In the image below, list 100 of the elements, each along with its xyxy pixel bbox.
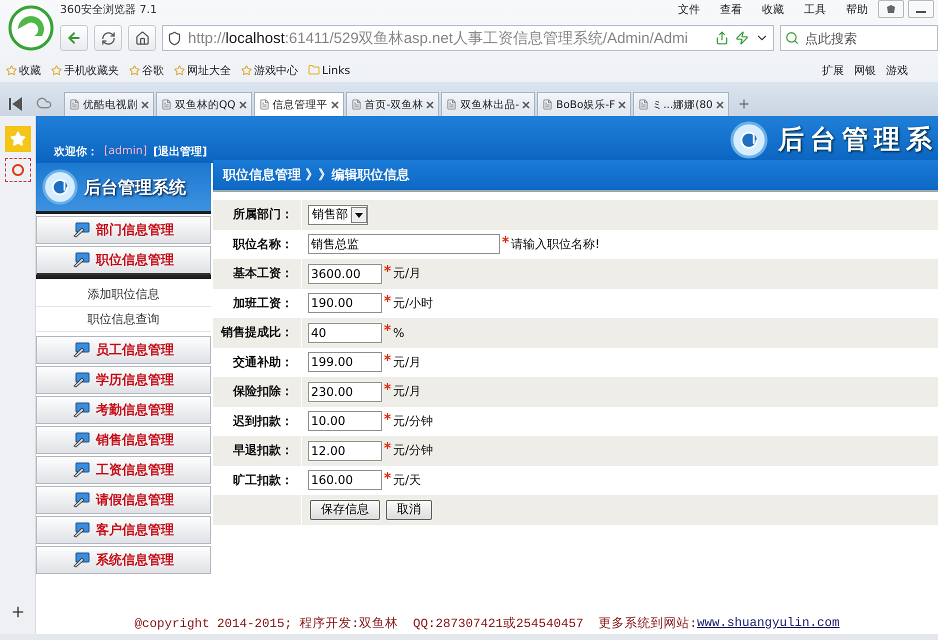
share-icon[interactable]: [715, 31, 729, 45]
website-link[interactable]: www.shuangyulin.com: [697, 616, 840, 630]
at-logo-icon: [42, 169, 78, 205]
browser-logo: [8, 5, 54, 51]
browser-tab[interactable]: 双鱼林的QQ: [156, 92, 252, 116]
field-label: 销售提成比：: [220, 324, 294, 342]
submenu-item[interactable]: 职位信息查询: [36, 307, 211, 332]
menu-item[interactable]: 收藏: [752, 2, 794, 16]
input-field[interactable]: 3600.00: [308, 264, 382, 284]
input-field[interactable]: 160.00: [308, 470, 382, 490]
unit-label: 元/小时: [393, 294, 434, 312]
browser-tab[interactable]: 双鱼林出品-: [441, 92, 536, 116]
sidebar-item[interactable]: 考勤信息管理: [36, 396, 211, 424]
sidebar-item[interactable]: 销售信息管理: [36, 426, 211, 454]
refresh-icon: [100, 30, 116, 46]
field-label: 职位名称：: [232, 236, 294, 253]
star-icon: [6, 64, 17, 76]
page-icon: [446, 99, 458, 110]
toolbar-link[interactable]: 扩展: [822, 62, 844, 78]
star-icon: [241, 64, 252, 76]
bookmark-link[interactable]: 谷歌: [142, 62, 164, 78]
input-field[interactable]: 199.00: [308, 352, 382, 372]
pencil-note-icon: [73, 252, 91, 268]
field-label: 基本工资：: [232, 265, 294, 282]
header-logo-text: 后台管理系: [778, 124, 938, 157]
at-logo-icon: [730, 120, 768, 158]
bookmark-link[interactable]: Links: [322, 64, 350, 76]
address-bar[interactable]: http://localhost:61411/529双鱼林asp.net人事工资信息管理系统/Admin/Admi: [162, 25, 774, 51]
browser-tab[interactable]: 优酷电视剧: [64, 92, 154, 116]
close-icon[interactable]: [141, 100, 149, 108]
submenu-item[interactable]: 添加职位信息: [36, 282, 211, 307]
cloud-icon[interactable]: [36, 95, 52, 111]
menu-item[interactable]: 工具: [794, 2, 836, 16]
home-button[interactable]: [128, 25, 156, 51]
toolbar-link[interactable]: 网银: [854, 62, 876, 78]
star-icon: [174, 64, 185, 76]
cancel-button[interactable]: 取消: [386, 500, 432, 520]
page-icon: [69, 99, 80, 110]
menu-item[interactable]: 帮助: [836, 2, 878, 16]
bookmark-link[interactable]: 网址大全: [187, 62, 231, 78]
mail-button[interactable]: [4, 158, 30, 182]
star-icon: [129, 64, 140, 76]
unit-label: 元/月: [393, 354, 422, 371]
new-tab-icon[interactable]: [736, 97, 751, 111]
sidebar-toggle-icon[interactable]: [8, 97, 24, 111]
sidebar-item[interactable]: 员工信息管理: [36, 336, 211, 364]
close-icon[interactable]: [426, 100, 434, 108]
back-button[interactable]: [60, 25, 88, 51]
unit-label: 元/分钟: [393, 412, 434, 430]
field-label: 保险扣除：: [232, 383, 294, 400]
browser-tab[interactable]: 信息管理平: [254, 92, 344, 116]
close-icon[interactable]: [238, 100, 247, 108]
close-icon[interactable]: [330, 100, 339, 108]
refresh-button[interactable]: [94, 25, 122, 51]
sidebar-item[interactable]: 客户信息管理: [36, 516, 211, 544]
unit-label: 元/分钟: [393, 442, 434, 460]
logout-link[interactable]: [退出管理]: [153, 144, 208, 159]
field-label: 交通补助：: [232, 354, 294, 371]
menu-item[interactable]: 查看: [710, 2, 752, 16]
browser-tab[interactable]: 首页-双鱼林: [346, 92, 440, 116]
close-icon[interactable]: [618, 100, 626, 108]
department-select[interactable]: 销售部: [308, 204, 368, 225]
page-icon: [638, 99, 650, 110]
browser-tab[interactable]: ミ...娜娜(80: [633, 92, 729, 116]
search-icon[interactable]: [785, 31, 799, 45]
lightning-icon[interactable]: [735, 31, 749, 45]
input-field[interactable]: 40: [308, 322, 382, 343]
back-icon: [66, 30, 82, 46]
breadcrumb: 职位信息管理 》》编辑职位信息: [223, 166, 410, 184]
add-icon[interactable]: [10, 604, 26, 620]
input-field[interactable]: 190.00: [308, 293, 382, 314]
menu-item[interactable]: 文件: [668, 2, 710, 16]
input-field[interactable]: 12.00: [308, 440, 382, 461]
shield-icon: [167, 30, 182, 46]
sidebar-item[interactable]: 请假信息管理: [36, 486, 211, 514]
bookmark-link[interactable]: 游戏中心: [254, 62, 298, 78]
sidebar-item[interactable]: 工资信息管理: [36, 456, 211, 484]
sidebar-item[interactable]: 职位信息管理: [36, 246, 211, 275]
sidebar-item[interactable]: 系统信息管理: [36, 546, 211, 574]
sidebar-item[interactable]: 部门信息管理: [36, 216, 211, 244]
browser-tab[interactable]: BoBo娱乐-F: [537, 92, 632, 116]
save-button[interactable]: 保存信息: [310, 500, 380, 520]
welcome-label: 欢迎你：: [54, 144, 98, 159]
url-text: http://localhost:61411/529双鱼林asp.net人事工资信息管理系统/Admin/Admi: [188, 28, 689, 48]
close-icon[interactable]: [716, 100, 724, 108]
skin-button[interactable]: [878, 0, 904, 18]
minimize-button[interactable]: [908, 0, 934, 18]
sidebar-item[interactable]: 学历信息管理: [36, 366, 211, 394]
close-icon[interactable]: [522, 100, 530, 108]
folder-icon: [308, 64, 320, 76]
toolbar-link[interactable]: 游戏: [886, 62, 908, 78]
input-field[interactable]: 10.00: [308, 411, 382, 432]
browser-title: 360安全浏览器 7.1: [60, 2, 158, 16]
bookmark-link[interactable]: 收藏: [19, 62, 41, 78]
input-field[interactable]: 销售总监: [308, 234, 500, 254]
pencil-note-icon: [73, 462, 91, 478]
search-bar[interactable]: 点此搜索: [780, 25, 938, 51]
input-field[interactable]: 230.00: [308, 382, 382, 402]
bookmark-link[interactable]: 手机收藏夹: [64, 62, 119, 78]
field-label: 旷工扣款：: [232, 472, 294, 489]
